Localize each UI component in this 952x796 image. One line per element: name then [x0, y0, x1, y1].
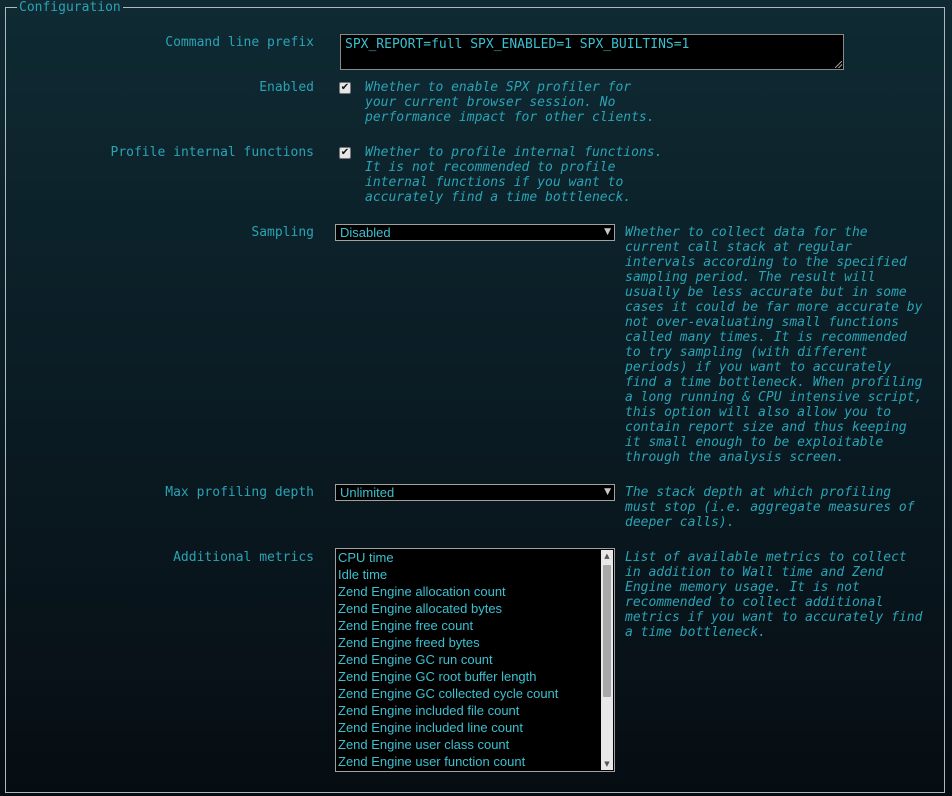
list-item[interactable]: Zend Engine freed bytes [336, 634, 614, 651]
chevron-down-icon: ▼ [604, 487, 611, 497]
additional-metrics-label: Additional metrics [173, 550, 314, 565]
resize-grip-icon[interactable] [835, 61, 842, 68]
list-item[interactable]: Zend Engine included file count [336, 702, 614, 719]
list-item[interactable]: Zend Engine user function count [336, 753, 614, 770]
list-item[interactable]: Zend Engine included line count [336, 719, 614, 736]
max-depth-select[interactable]: Unlimited ▼ [335, 484, 615, 501]
command-line-prefix-input[interactable]: SPX_REPORT=full SPX_ENABLED=1 SPX_BUILTI… [340, 34, 844, 70]
list-item[interactable]: Zend Engine allocated bytes [336, 600, 614, 617]
max-depth-selected-value: Unlimited [340, 485, 395, 500]
enabled-description: Whether to enable SPX profiler for your … [365, 80, 655, 125]
scroll-down-arrow-icon[interactable]: ▼ [601, 758, 613, 770]
command-line-prefix-label: Command line prefix [165, 35, 314, 50]
sampling-selected-value: Disabled [340, 225, 391, 240]
enabled-checkbox[interactable]: ✔ [339, 82, 351, 94]
profile-internal-checkbox[interactable]: ✔ [339, 147, 351, 159]
max-depth-label: Max profiling depth [165, 485, 314, 500]
list-item[interactable]: CPU time [336, 549, 614, 566]
list-item[interactable]: Zend Engine GC collected cycle count [336, 685, 614, 702]
list-item[interactable]: Zend Engine allocation count [336, 583, 614, 600]
sampling-description: Whether to collect data for the current … [625, 225, 923, 465]
enabled-label: Enabled [259, 80, 314, 95]
command-line-prefix-value: SPX_REPORT=full SPX_ENABLED=1 SPX_BUILTI… [345, 37, 690, 52]
sampling-select[interactable]: Disabled ▼ [335, 224, 615, 241]
list-item[interactable]: Zend Engine GC run count [336, 651, 614, 668]
profile-internal-label: Profile internal functions [110, 145, 315, 160]
listbox-scrollbar[interactable]: ▲ ▼ [601, 550, 613, 770]
scroll-up-arrow-icon[interactable]: ▲ [601, 550, 613, 562]
configuration-legend: Configuration [17, 0, 123, 16]
list-item[interactable]: Zend Engine free count [336, 617, 614, 634]
list-item[interactable]: Idle time [336, 566, 614, 583]
scrollbar-thumb[interactable] [603, 565, 611, 697]
additional-metrics-listbox[interactable]: CPU time Idle time Zend Engine allocatio… [335, 548, 615, 772]
additional-metrics-description: List of available metrics to collect in … [625, 550, 923, 640]
list-item[interactable]: Zend Engine user class count [336, 736, 614, 753]
profile-internal-description: Whether to profile internal functions. I… [365, 145, 663, 205]
list-item[interactable]: Zend Engine GC root buffer length [336, 668, 614, 685]
max-depth-description: The stack depth at which profiling must … [625, 485, 915, 530]
sampling-label: Sampling [251, 225, 314, 240]
chevron-down-icon: ▼ [604, 227, 611, 237]
